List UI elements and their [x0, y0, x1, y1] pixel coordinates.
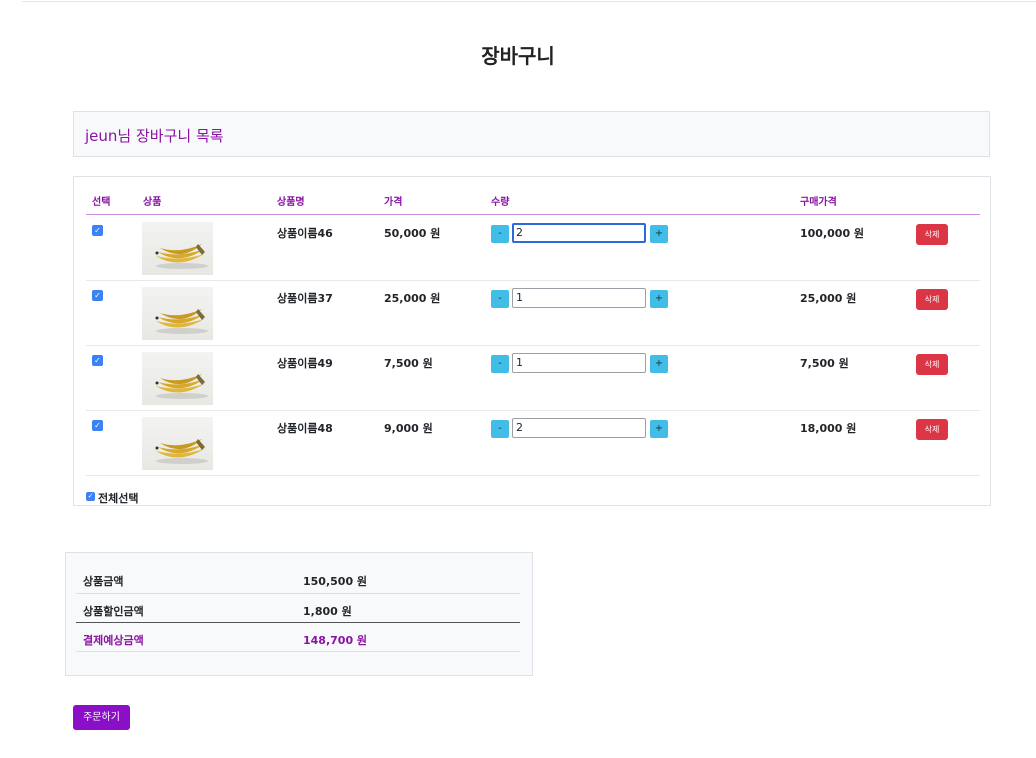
- checkmark-icon: ✓: [94, 356, 101, 365]
- select-all-checkbox[interactable]: ✓: [86, 492, 95, 501]
- quantity-increase-button[interactable]: +: [650, 355, 668, 373]
- cart-row: ✓ 상품이름49 7,500 원 - 1 + 7,500 원 삭제: [86, 346, 980, 411]
- checkmark-icon: ✓: [94, 421, 101, 430]
- row-checkbox[interactable]: ✓: [92, 290, 103, 301]
- quantity-decrease-button[interactable]: -: [491, 355, 509, 373]
- checkmark-icon: ✓: [87, 492, 94, 500]
- row-checkbox[interactable]: ✓: [92, 420, 103, 431]
- select-all-label[interactable]: 전체선택: [98, 490, 138, 506]
- quantity-input[interactable]: 1: [512, 353, 646, 373]
- product-name: 상품이름37: [277, 292, 333, 305]
- cart-list-title: jeun님 장바구니 목록: [85, 127, 224, 145]
- summary-label: 결제예상금액: [83, 634, 144, 647]
- order-button[interactable]: 주문하기: [73, 705, 130, 730]
- column-header-quantity: 수량: [491, 197, 510, 208]
- summary-row-discount: 상품할인금액 1,800 원: [76, 595, 520, 623]
- product-name: 상품이름48: [277, 422, 333, 435]
- summary-divider: [76, 651, 520, 652]
- row-checkbox[interactable]: ✓: [92, 355, 103, 366]
- column-header-product-name: 상품명: [277, 197, 305, 208]
- quantity-input[interactable]: 2: [512, 418, 646, 438]
- summary-value: 150,500 원: [303, 575, 368, 588]
- top-divider: [22, 1, 1036, 2]
- cart-row: ✓ 상품이름46 50,000 원 - 2 + 100,000 원 삭제: [86, 216, 980, 281]
- product-image: [142, 287, 213, 340]
- delete-button[interactable]: 삭제: [916, 419, 948, 440]
- quantity-increase-button[interactable]: +: [650, 225, 668, 243]
- checkmark-icon: ✓: [94, 291, 101, 300]
- row-divider: [86, 475, 980, 476]
- delete-button[interactable]: 삭제: [916, 289, 948, 310]
- product-price: 50,000 원: [384, 227, 441, 240]
- product-image: [142, 222, 213, 275]
- summary-divider-strong: [76, 622, 520, 623]
- product-price: 9,000 원: [384, 422, 433, 435]
- quantity-increase-button[interactable]: +: [650, 420, 668, 438]
- purchase-price: 7,500 원: [800, 357, 849, 370]
- delete-button[interactable]: 삭제: [916, 354, 948, 375]
- purchase-price: 25,000 원: [800, 292, 857, 305]
- column-header-price: 가격: [384, 197, 403, 208]
- row-checkbox[interactable]: ✓: [92, 225, 103, 236]
- column-header-purchase-price: 구매가격: [800, 197, 837, 208]
- product-price: 7,500 원: [384, 357, 433, 370]
- product-image: [142, 417, 213, 470]
- quantity-input[interactable]: 1: [512, 288, 646, 308]
- summary-row-expected-payment: 결제예상금액 148,700 원: [76, 624, 520, 652]
- delete-button[interactable]: 삭제: [916, 224, 948, 245]
- quantity-increase-button[interactable]: +: [650, 290, 668, 308]
- column-header-select: 선택: [92, 197, 111, 208]
- purchase-price: 100,000 원: [800, 227, 865, 240]
- product-price: 25,000 원: [384, 292, 441, 305]
- table-header-divider: [86, 214, 980, 215]
- quantity-decrease-button[interactable]: -: [491, 225, 509, 243]
- quantity-input[interactable]: 2: [512, 223, 646, 243]
- checkmark-icon: ✓: [94, 226, 101, 235]
- cart-row: ✓ 상품이름37 25,000 원 - 1 + 25,000 원 삭제: [86, 281, 980, 346]
- product-name: 상품이름49: [277, 357, 333, 370]
- product-name: 상품이름46: [277, 227, 333, 240]
- summary-label: 상품할인금액: [83, 605, 144, 618]
- summary-value: 1,800 원: [303, 605, 352, 618]
- column-header-product: 상품: [143, 197, 162, 208]
- quantity-decrease-button[interactable]: -: [491, 290, 509, 308]
- product-image: [142, 352, 213, 405]
- quantity-decrease-button[interactable]: -: [491, 420, 509, 438]
- cart-row: ✓ 상품이름48 9,000 원 - 2 + 18,000 원 삭제: [86, 411, 980, 476]
- page-title: 장바구니: [481, 44, 555, 68]
- cart-list-header: jeun님 장바구니 목록: [73, 111, 990, 157]
- summary-value: 148,700 원: [303, 634, 368, 647]
- summary-label: 상품금액: [83, 575, 124, 588]
- summary-row-product-amount: 상품금액 150,500 원: [76, 565, 520, 593]
- purchase-price: 18,000 원: [800, 422, 857, 435]
- summary-divider: [76, 593, 520, 594]
